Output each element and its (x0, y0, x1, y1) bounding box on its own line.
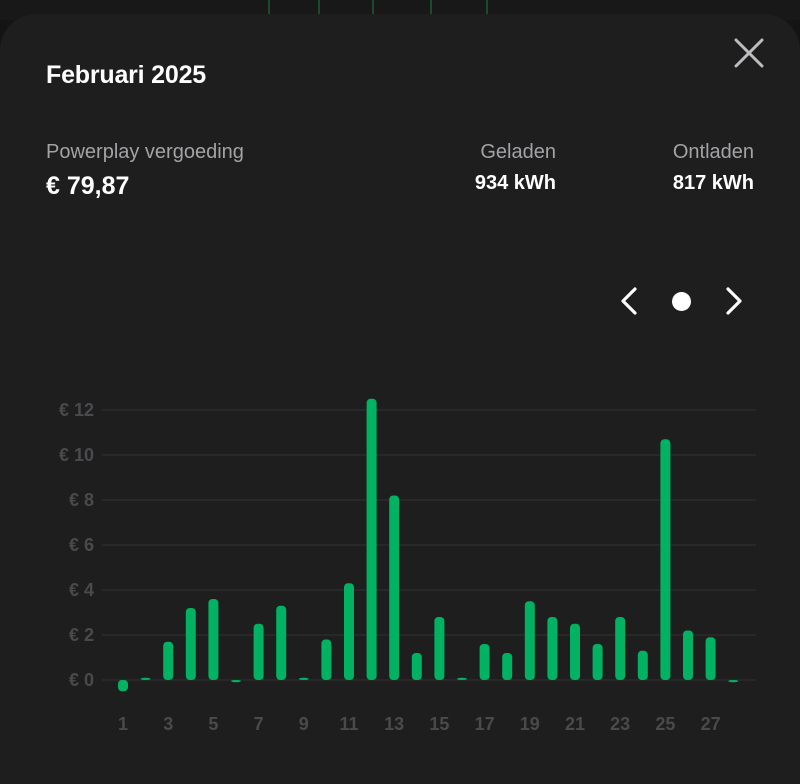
bar-day-16[interactable] (457, 677, 467, 680)
page-indicator-dot[interactable] (672, 292, 691, 311)
chevron-left-icon (621, 287, 637, 315)
bar-day-11[interactable] (344, 583, 354, 680)
x-tick-label: 5 (208, 714, 218, 734)
chevron-right-icon (726, 287, 742, 315)
bar-day-9[interactable] (298, 677, 309, 680)
x-tick-label: 25 (655, 714, 675, 734)
bar-day-6[interactable] (231, 680, 241, 683)
bar-day-8[interactable] (276, 605, 287, 680)
bar-day-24[interactable] (637, 650, 648, 680)
x-tick-label: 1 (118, 714, 128, 734)
bar-day-5[interactable] (208, 599, 219, 680)
powerplay-value: € 79,87 (46, 172, 130, 200)
x-tick-label: 21 (565, 714, 585, 734)
close-icon (734, 38, 764, 68)
discharged-value: 817 kWh (672, 172, 754, 194)
x-tick-label: 11 (339, 714, 358, 734)
bar-day-26[interactable] (683, 630, 693, 681)
daily-earnings-bar-chart: € 0€ 2€ 4€ 6€ 8€ 10€ 121 3 5 7 9 11 13 15 17 19 21… (59, 398, 756, 734)
close-button[interactable] (729, 33, 769, 73)
bar-day-4[interactable] (185, 608, 196, 680)
bar-day-20[interactable] (547, 617, 558, 680)
x-tick-label: 9 (299, 714, 309, 734)
x-tick-label: 19 (520, 714, 540, 734)
bar-day-10[interactable] (321, 639, 332, 681)
charged-value: 934 kWh (474, 172, 556, 194)
previous-page-button[interactable] (613, 284, 647, 318)
bar-day-1[interactable] (118, 680, 128, 692)
y-tick-label: € 6 (69, 535, 94, 555)
bar-day-28[interactable] (728, 680, 739, 683)
bar-day-27[interactable] (705, 637, 716, 680)
next-page-button[interactable] (716, 284, 750, 318)
bar-day-14[interactable] (411, 653, 422, 680)
y-tick-label: € 4 (69, 580, 94, 600)
x-tick-label: 17 (475, 714, 495, 734)
x-tick-label: 7 (254, 714, 264, 734)
bar-day-23[interactable] (615, 617, 626, 680)
charged-label: Geladen (480, 141, 556, 163)
y-tick-label: € 10 (59, 445, 94, 465)
bar-day-17[interactable] (479, 644, 490, 680)
bar-day-22[interactable] (592, 644, 603, 680)
x-tick-label: 23 (610, 714, 630, 734)
bar-day-19[interactable] (524, 601, 535, 680)
x-tick-label: 13 (384, 714, 404, 734)
x-tick-label: 15 (429, 714, 449, 734)
y-tick-label: € 2 (69, 625, 94, 645)
bar-day-2[interactable] (140, 677, 151, 680)
bar-day-25[interactable] (660, 439, 671, 680)
bar-day-18[interactable] (502, 653, 513, 680)
discharged-label: Ontladen (672, 141, 754, 163)
bar-day-7[interactable] (253, 623, 264, 680)
x-tick-label: 3 (163, 714, 173, 734)
bar-day-3[interactable] (163, 641, 174, 680)
y-tick-label: € 12 (59, 400, 94, 420)
y-tick-label: € 0 (69, 670, 94, 690)
x-tick-label: 27 (701, 714, 721, 734)
bar-day-12[interactable] (366, 398, 377, 680)
bar-day-21[interactable] (570, 623, 580, 680)
powerplay-label: Powerplay vergoeding (46, 141, 244, 163)
bar-day-13[interactable] (389, 495, 400, 681)
y-tick-label: € 8 (69, 490, 94, 510)
page-title: Februari 2025 (46, 61, 206, 89)
bar-day-15[interactable] (434, 617, 445, 680)
